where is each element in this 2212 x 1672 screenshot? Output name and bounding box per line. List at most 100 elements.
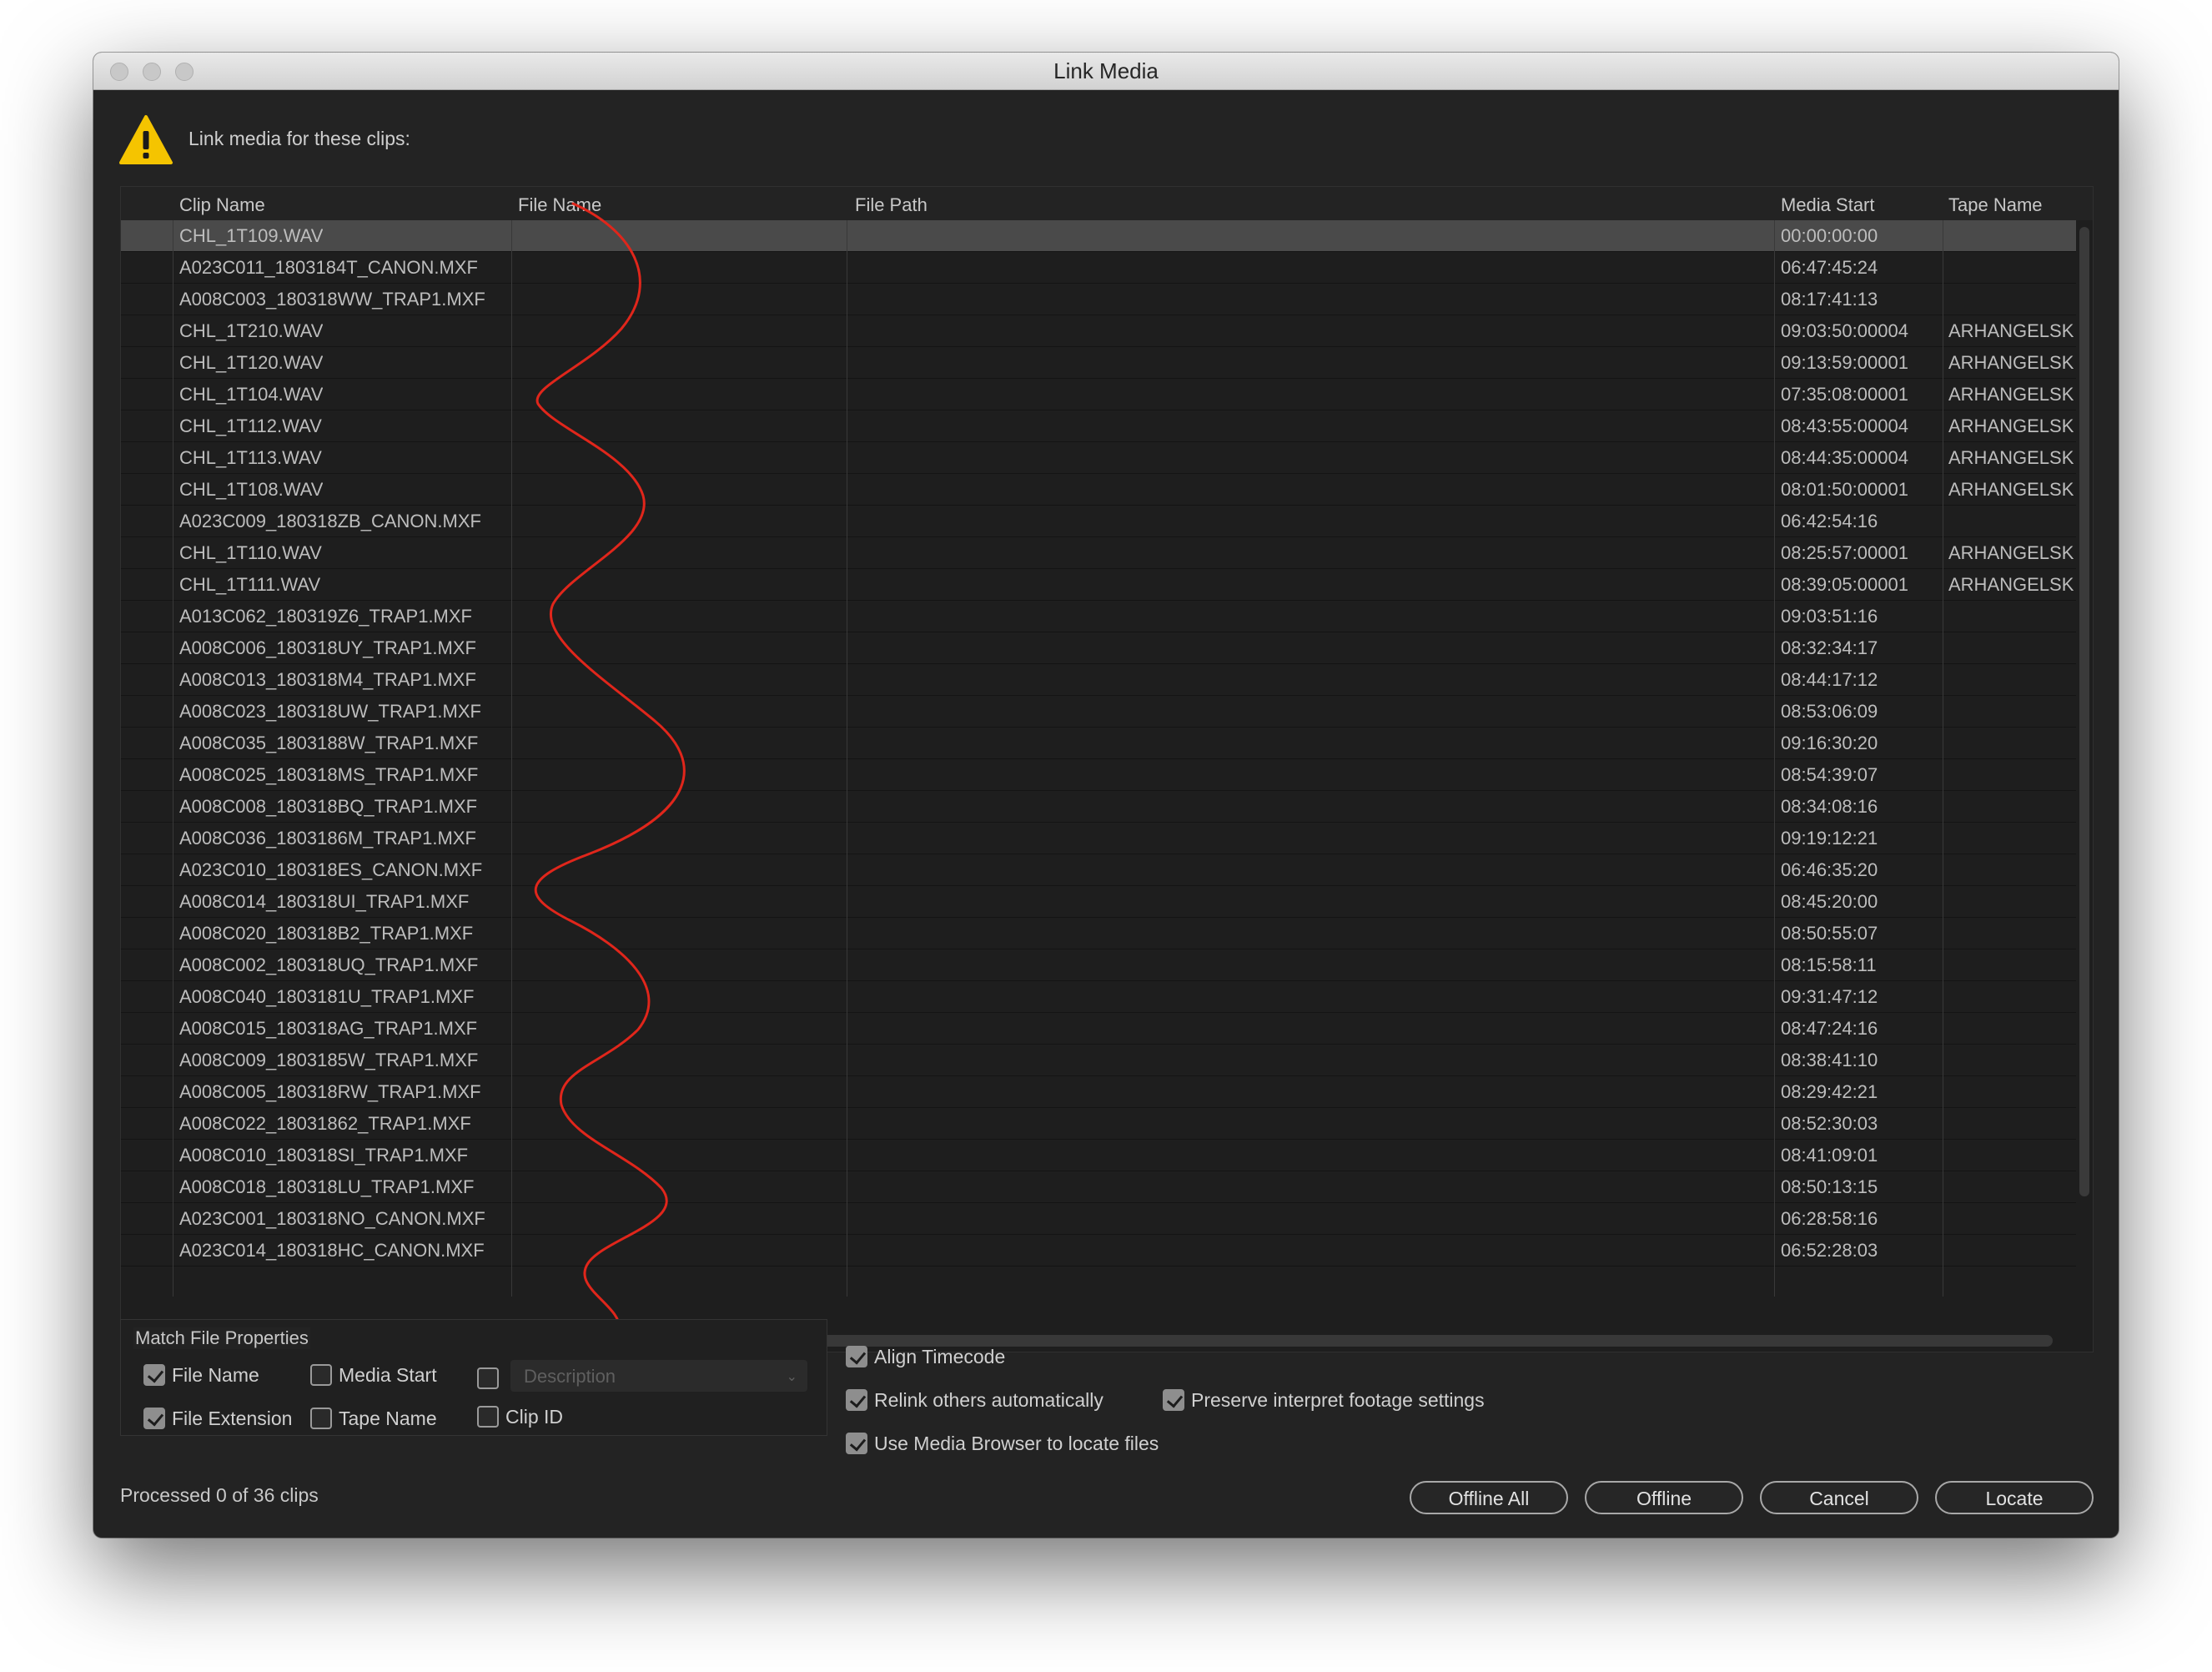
table-row[interactable]: A023C010_180318ES_CANON.MXF 06:46:35:20 xyxy=(121,854,2076,886)
media-start-cell: 00:00:00:00 xyxy=(1781,225,1878,246)
table-row[interactable]: A008C014_180318UI_TRAP1.MXF 08:45:20:00 xyxy=(121,886,2076,918)
table-row[interactable]: A023C009_180318ZB_CANON.MXF 06:42:54:16 xyxy=(121,506,2076,537)
clip-name-cell: CHL_1T104.WAV xyxy=(179,384,324,405)
clip-name-cell: A008C010_180318SI_TRAP1.MXF xyxy=(179,1145,469,1166)
clip-name-cell: A008C013_180318M4_TRAP1.MXF xyxy=(179,669,476,690)
clip-name-cell: A008C014_180318UI_TRAP1.MXF xyxy=(179,891,470,912)
table-row[interactable]: A023C014_180318HC_CANON.MXF 06:52:28:03 xyxy=(121,1235,2076,1267)
media-start-cell: 06:52:28:03 xyxy=(1781,1240,1878,1261)
clip-name-cell: A008C023_180318UW_TRAP1.MXF xyxy=(179,701,481,722)
clip-name-cell: A008C008_180318BQ_TRAP1.MXF xyxy=(179,796,478,817)
vertical-scrollbar[interactable] xyxy=(2079,227,2089,1196)
clip-name-cell: A023C011_1803184T_CANON.MXF xyxy=(179,257,478,278)
table-row[interactable]: A013C062_180319Z6_TRAP1.MXF 09:03:51:16 xyxy=(121,601,2076,632)
table-row[interactable]: A008C036_1803186M_TRAP1.MXF 09:19:12:21 xyxy=(121,823,2076,854)
clip-name-cell: CHL_1T111.WAV xyxy=(179,574,321,595)
clip-id-checkbox[interactable] xyxy=(477,1406,499,1428)
table-row[interactable]: A008C009_1803185W_TRAP1.MXF 08:38:41:10 xyxy=(121,1045,2076,1076)
table-row[interactable]: CHL_1T112.WAV 08:43:55:00004 ARHANGELSK xyxy=(121,410,2076,442)
table-row[interactable]: CHL_1T111.WAV 08:39:05:00001 ARHANGELSK xyxy=(121,569,2076,601)
media-start-cell: 09:31:47:12 xyxy=(1781,986,1878,1007)
preserve-interpret-checkbox[interactable] xyxy=(1163,1389,1184,1411)
table-row[interactable]: A008C003_180318WW_TRAP1.MXF 08:17:41:13 xyxy=(121,284,2076,315)
tape-name-cell: ARHANGELSK xyxy=(1948,320,2074,341)
table-row[interactable]: A008C022_18031862_TRAP1.MXF 08:52:30:03 xyxy=(121,1108,2076,1140)
offline-all-button[interactable]: Offline All xyxy=(1410,1481,1568,1514)
clip-name-cell: A008C025_180318MS_TRAP1.MXF xyxy=(179,764,479,785)
title-bar: Link Media xyxy=(93,53,2119,90)
table-row[interactable]: A008C008_180318BQ_TRAP1.MXF 08:34:08:16 xyxy=(121,791,2076,823)
media-start-checkbox[interactable] xyxy=(310,1364,332,1386)
description-dropdown[interactable]: Description ⌄ xyxy=(510,1360,807,1392)
table-row[interactable]: CHL_1T110.WAV 08:25:57:00001 ARHANGELSK xyxy=(121,537,2076,569)
column-divider xyxy=(511,220,512,1297)
table-row[interactable]: A008C020_180318B2_TRAP1.MXF 08:50:55:07 xyxy=(121,918,2076,949)
clip-name-cell: A008C003_180318WW_TRAP1.MXF xyxy=(179,289,485,310)
column-header-media-start[interactable]: Media Start xyxy=(1781,187,1875,220)
clip-name-cell: A008C018_180318LU_TRAP1.MXF xyxy=(179,1176,475,1197)
table-row[interactable]: A008C025_180318MS_TRAP1.MXF 08:54:39:07 xyxy=(121,759,2076,791)
clip-name-cell: A008C036_1803186M_TRAP1.MXF xyxy=(179,828,476,849)
file-extension-checkbox[interactable] xyxy=(143,1408,165,1429)
description-checkbox[interactable] xyxy=(477,1367,499,1389)
tape-name-cell: ARHANGELSK xyxy=(1948,384,2074,405)
column-header-file-path[interactable]: File Path xyxy=(855,187,928,220)
media-start-cell: 08:01:50:00001 xyxy=(1781,479,1908,500)
warning-icon xyxy=(119,115,173,164)
clip-name-cell: CHL_1T110.WAV xyxy=(179,542,322,563)
file-name-checkbox[interactable] xyxy=(143,1364,165,1386)
tape-name-cell: ARHANGELSK xyxy=(1948,479,2074,500)
clip-name-cell: A013C062_180319Z6_TRAP1.MXF xyxy=(179,606,472,627)
media-start-cell: 08:17:41:13 xyxy=(1781,289,1878,310)
tape-name-cell: ARHANGELSK xyxy=(1948,352,2074,373)
preserve-interpret-label: Preserve interpret footage settings xyxy=(1191,1389,1485,1411)
chevron-down-icon: ⌄ xyxy=(786,1370,797,1384)
media-start-cell: 08:15:58:11 xyxy=(1781,954,1877,975)
media-start-cell: 09:19:12:21 xyxy=(1781,828,1878,849)
clip-name-cell: A023C001_180318NO_CANON.MXF xyxy=(179,1208,485,1229)
media-start-cell: 07:35:08:00001 xyxy=(1781,384,1908,405)
table-row[interactable]: CHL_1T104.WAV 07:35:08:00001 ARHANGELSK xyxy=(121,379,2076,410)
table-row[interactable]: A008C006_180318UY_TRAP1.MXF 08:32:34:17 xyxy=(121,632,2076,664)
table-row[interactable]: A023C011_1803184T_CANON.MXF 06:47:45:24 xyxy=(121,252,2076,284)
table-row[interactable]: CHL_1T109.WAV 00:00:00:00 xyxy=(121,220,2076,252)
clip-name-cell: A008C015_180318AG_TRAP1.MXF xyxy=(179,1018,478,1039)
media-start-cell: 08:41:09:01 xyxy=(1781,1145,1878,1166)
clip-name-cell: A023C009_180318ZB_CANON.MXF xyxy=(179,511,481,531)
tape-name-checkbox[interactable] xyxy=(310,1408,332,1429)
status-text: Processed 0 of 36 clips xyxy=(120,1484,319,1506)
cancel-button[interactable]: Cancel xyxy=(1760,1481,1918,1514)
table-row[interactable]: A008C010_180318SI_TRAP1.MXF 08:41:09:01 xyxy=(121,1140,2076,1171)
media-start-cell: 06:42:54:16 xyxy=(1781,511,1878,531)
description-dropdown-value: Description xyxy=(524,1366,616,1387)
table-row[interactable]: A008C005_180318RW_TRAP1.MXF 08:29:42:21 xyxy=(121,1076,2076,1108)
table-row[interactable]: CHL_1T108.WAV 08:01:50:00001 ARHANGELSK xyxy=(121,474,2076,506)
table-row[interactable]: A008C035_1803188W_TRAP1.MXF 09:16:30:20 xyxy=(121,728,2076,759)
table-row[interactable]: A023C001_180318NO_CANON.MXF 06:28:58:16 xyxy=(121,1203,2076,1235)
clips-table: Clip Name File Name File Path Media Star… xyxy=(120,186,2094,1352)
column-header-tape-name[interactable]: Tape Name xyxy=(1948,187,2043,220)
table-row[interactable]: A008C015_180318AG_TRAP1.MXF 08:47:24:16 xyxy=(121,1013,2076,1045)
relink-others-checkbox[interactable] xyxy=(846,1389,867,1411)
table-row[interactable]: CHL_1T120.WAV 09:13:59:00001 ARHANGELSK xyxy=(121,347,2076,379)
offline-button[interactable]: Offline xyxy=(1585,1481,1743,1514)
link-media-dialog: Link Media Link media for these clips: C… xyxy=(93,53,2119,1538)
align-timecode-checkbox[interactable] xyxy=(846,1346,867,1367)
locate-button[interactable]: Locate xyxy=(1935,1481,2094,1514)
media-start-cell: 08:50:13:15 xyxy=(1781,1176,1878,1197)
media-start-cell: 08:47:24:16 xyxy=(1781,1018,1878,1039)
table-row[interactable]: CHL_1T210.WAV 09:03:50:00004 ARHANGELSK xyxy=(121,315,2076,347)
column-header-clip-name[interactable]: Clip Name xyxy=(179,187,265,220)
table-row[interactable]: CHL_1T113.WAV 08:44:35:00004 ARHANGELSK xyxy=(121,442,2076,474)
column-header-file-name[interactable]: File Name xyxy=(518,187,601,220)
clip-id-label: Clip ID xyxy=(505,1406,564,1428)
table-row[interactable]: A008C023_180318UW_TRAP1.MXF 08:53:06:09 xyxy=(121,696,2076,728)
table-row[interactable]: A008C013_180318M4_TRAP1.MXF 08:44:17:12 xyxy=(121,664,2076,696)
window-title: Link Media xyxy=(1053,58,1159,83)
table-row[interactable]: A008C002_180318UQ_TRAP1.MXF 08:15:58:11 xyxy=(121,949,2076,981)
use-media-browser-checkbox[interactable] xyxy=(846,1433,867,1454)
clip-name-cell: CHL_1T112.WAV xyxy=(179,415,322,436)
table-row[interactable]: A008C018_180318LU_TRAP1.MXF 08:50:13:15 xyxy=(121,1171,2076,1203)
clip-name-cell: A008C020_180318B2_TRAP1.MXF xyxy=(179,923,474,944)
table-row[interactable]: A008C040_1803181U_TRAP1.MXF 09:31:47:12 xyxy=(121,981,2076,1013)
